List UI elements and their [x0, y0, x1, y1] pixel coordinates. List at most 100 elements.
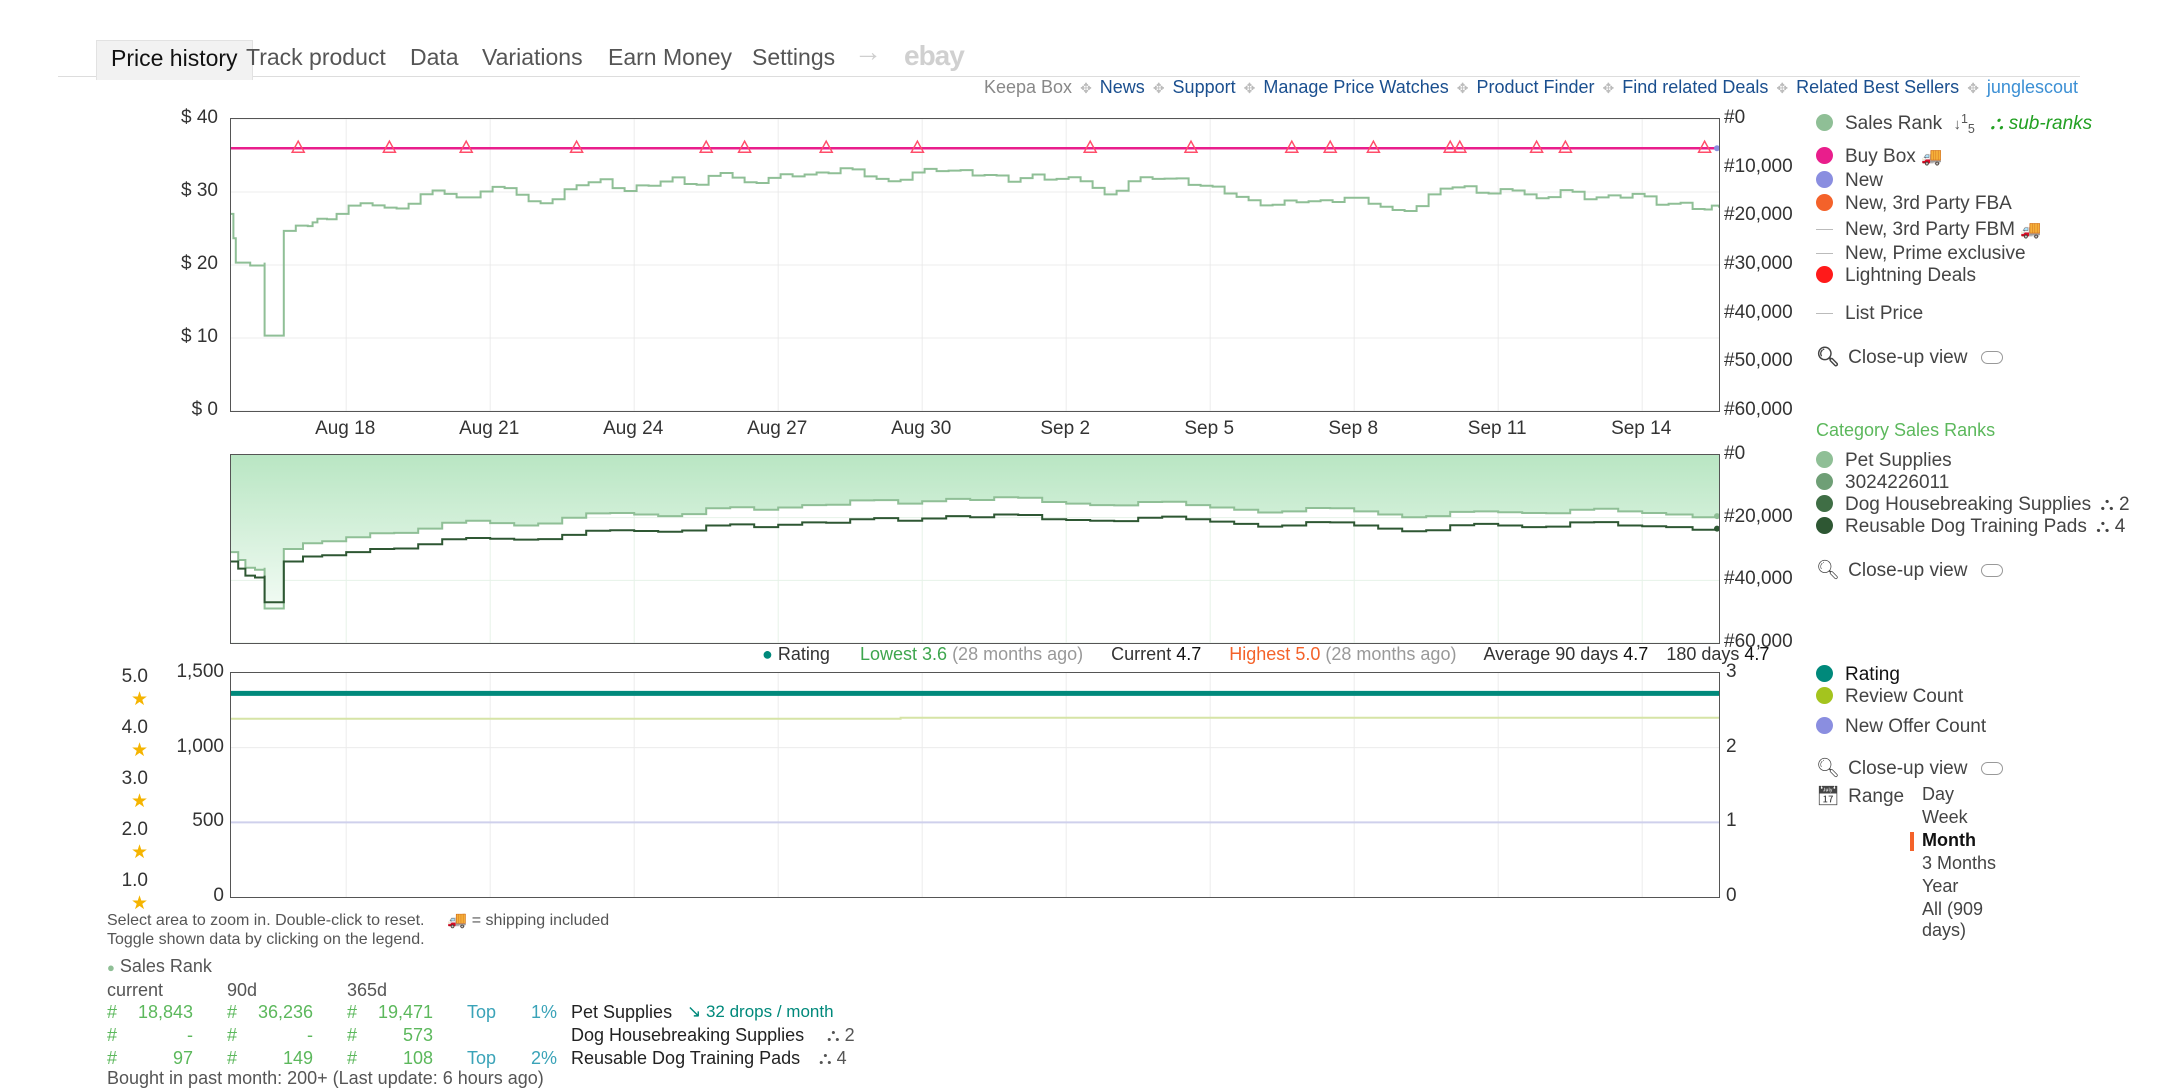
buy-box-dot-icon — [1816, 147, 1833, 164]
category-dot-icon — [1816, 451, 1833, 468]
category-dot-icon — [1816, 517, 1833, 534]
category-sales-rank-chart[interactable] — [230, 454, 1720, 644]
range-option-month[interactable]: Month — [1910, 830, 2003, 853]
legend-new-fbm[interactable]: New, 3rd Party FBM 🚚 — [1816, 219, 2092, 243]
range-option-week[interactable]: Week — [1922, 807, 2003, 830]
new-prime-dash-icon — [1816, 253, 1833, 254]
legend-sales-rank[interactable]: Sales Rank ↓15 ⛬ sub-ranks — [1816, 112, 2092, 146]
rating-chart[interactable] — [230, 672, 1720, 898]
legend-new-prime[interactable]: New, Prime exclusive — [1816, 243, 2092, 265]
legend-dog-housebreaking[interactable]: Dog Housebreaking Supplies ⛬ 2 — [1816, 494, 2130, 516]
rating-legend: Rating Review Count New Offer Count 🔍︎ Cl… — [1816, 664, 2003, 940]
toggle-icon[interactable] — [1980, 564, 2003, 577]
bought-past-month: Bought in past month: 200+ (Last update:… — [107, 1068, 544, 1088]
product-finder-link[interactable]: Product Finder — [1476, 77, 1594, 97]
offer-count-tick-label: 0 — [1726, 885, 1737, 906]
magnifier-icon: 🔍︎ — [1816, 347, 1841, 368]
tab-earn-money[interactable]: Earn Money — [608, 44, 732, 71]
review-count-tick-label: 500 — [192, 810, 224, 832]
range-option-3-months[interactable]: 3 Months — [1922, 853, 2003, 876]
new-fbm-dash-icon — [1816, 229, 1833, 230]
rank-tick-label: #50,000 — [1724, 350, 1793, 372]
price-tick-label: $ 10 — [181, 326, 218, 347]
highest-label: Highest — [1229, 644, 1291, 664]
manage-price-watches-link[interactable]: Manage Price Watches — [1263, 77, 1448, 97]
top-label: Top — [467, 1048, 497, 1068]
average-90-value: 4.7 — [1623, 644, 1649, 664]
new-fba-dot-icon — [1816, 194, 1833, 211]
star-icon: ★ — [130, 689, 148, 711]
legend-buy-box[interactable]: Buy Box 🚚 — [1816, 146, 2092, 170]
offer-count-tick-label: 2 — [1726, 735, 1737, 757]
sales-rank-dot-icon — [1816, 114, 1833, 131]
separator-icon: ✥ — [1152, 80, 1165, 96]
ebay-link[interactable]: ebay — [904, 40, 965, 72]
subrank-count[interactable]: ⛬ 4 — [819, 1048, 847, 1069]
separator-icon: ✥ — [1243, 80, 1256, 96]
pet-supplies-point — [1714, 513, 1719, 520]
tab-settings[interactable]: Settings — [752, 44, 835, 71]
support-link[interactable]: Support — [1173, 77, 1236, 97]
price-history-chart[interactable] — [230, 118, 1720, 412]
legend-new[interactable]: New — [1816, 170, 2092, 193]
sales-rank-title: ● Sales Rank — [107, 956, 212, 976]
closeup-toggle-mid[interactable]: 🔍︎ Close-up view — [1816, 558, 2130, 582]
range-option-year[interactable]: Year — [1922, 876, 2003, 899]
tab-price-history[interactable]: Price history — [96, 40, 253, 80]
tab-data[interactable]: Data — [410, 44, 459, 71]
hash-icon: # — [107, 1002, 118, 1022]
rating-summary: ● Rating Lowest 3.6 (28 months ago) Curr… — [762, 644, 1769, 665]
legend-rating[interactable]: Rating — [1816, 664, 2003, 686]
price-tick-label: $ 20 — [181, 253, 218, 274]
date-tick-label: Aug 18 — [315, 418, 376, 439]
tab-variations[interactable]: Variations — [482, 44, 583, 71]
date-tick-label: Sep 14 — [1611, 418, 1672, 439]
closeup-toggle-top[interactable]: 🔍︎ Close-up view — [1816, 345, 2092, 369]
range-option-all-909-days-[interactable]: All (909 days) — [1922, 899, 2003, 940]
reusable-pads-line — [231, 513, 1719, 604]
review-count-tick-label: 1,500 — [176, 661, 224, 682]
drops-per-month: ↘ 32 drops / month — [687, 1002, 834, 1022]
legend-new-offer-count[interactable]: New Offer Count — [1816, 716, 2003, 756]
sub-ranks-toggle[interactable]: ⛬ sub-ranks — [1990, 113, 2092, 134]
offer-count-dot-icon — [1816, 717, 1833, 734]
find-related-deals-link[interactable]: Find related Deals — [1622, 77, 1768, 97]
legend-new-fba[interactable]: New, 3rd Party FBA — [1816, 193, 2092, 219]
legend-list-price[interactable]: List Price — [1816, 303, 2092, 345]
hash-icon: # — [107, 1048, 118, 1068]
legend-3024226011[interactable]: 3024226011 — [1816, 472, 2130, 494]
category-legend: Category Sales Ranks Pet Supplies 302422… — [1816, 420, 2130, 582]
category-dot-icon — [1816, 473, 1833, 490]
subrank-count[interactable]: ⛬ 2 — [827, 1025, 855, 1046]
keepa-box-link[interactable]: Keepa Box — [984, 77, 1072, 97]
junglescout-link[interactable]: junglescout — [1987, 77, 2078, 97]
related-best-sellers-link[interactable]: Related Best Sellers — [1796, 77, 1959, 97]
news-link[interactable]: News — [1100, 77, 1145, 97]
separator-icon: ✥ — [1456, 80, 1469, 96]
range-option-day[interactable]: Day — [1922, 784, 2003, 807]
toggle-icon[interactable] — [1980, 762, 2003, 775]
tab-track-product[interactable]: Track product — [246, 44, 386, 71]
price-tick-label: $ 0 — [191, 399, 218, 420]
sales-rank-dot-icon: ● — [107, 960, 115, 975]
separator-icon: ✥ — [1776, 80, 1789, 96]
closeup-toggle-bot[interactable]: 🔍︎ Close-up view — [1816, 756, 2003, 784]
star-icon: ★ — [130, 841, 148, 863]
lightning-deal-marker — [1558, 139, 1573, 153]
star-tick-value: 1.0 — [121, 869, 148, 891]
rank-tick-label: #30,000 — [1724, 253, 1793, 274]
hierarchy-icon: ⛬ — [827, 1025, 845, 1045]
hash-icon: # — [227, 1048, 238, 1068]
legend-pet-supplies[interactable]: Pet Supplies — [1816, 450, 2130, 472]
rank-90d: 36,236 — [257, 1002, 313, 1022]
category-rank-tick-label: #40,000 — [1724, 568, 1793, 590]
legend-review-count[interactable]: Review Count — [1816, 686, 2003, 716]
legend-lightning[interactable]: Lightning Deals — [1816, 265, 2092, 303]
sort-icon[interactable]: ↓15 — [1953, 112, 1974, 136]
rank-tick-label: #60,000 — [1724, 399, 1793, 420]
review-count-tick-label: 0 — [213, 885, 224, 906]
range-options: Day Week Month 3 Months Year All (909 days) — [1910, 784, 2003, 940]
toggle-icon[interactable] — [1980, 351, 2003, 364]
star-tick-label: 4.0 ★ — [102, 717, 148, 762]
legend-reusable-pads[interactable]: Reusable Dog Training Pads ⛬ 4 — [1816, 516, 2130, 558]
